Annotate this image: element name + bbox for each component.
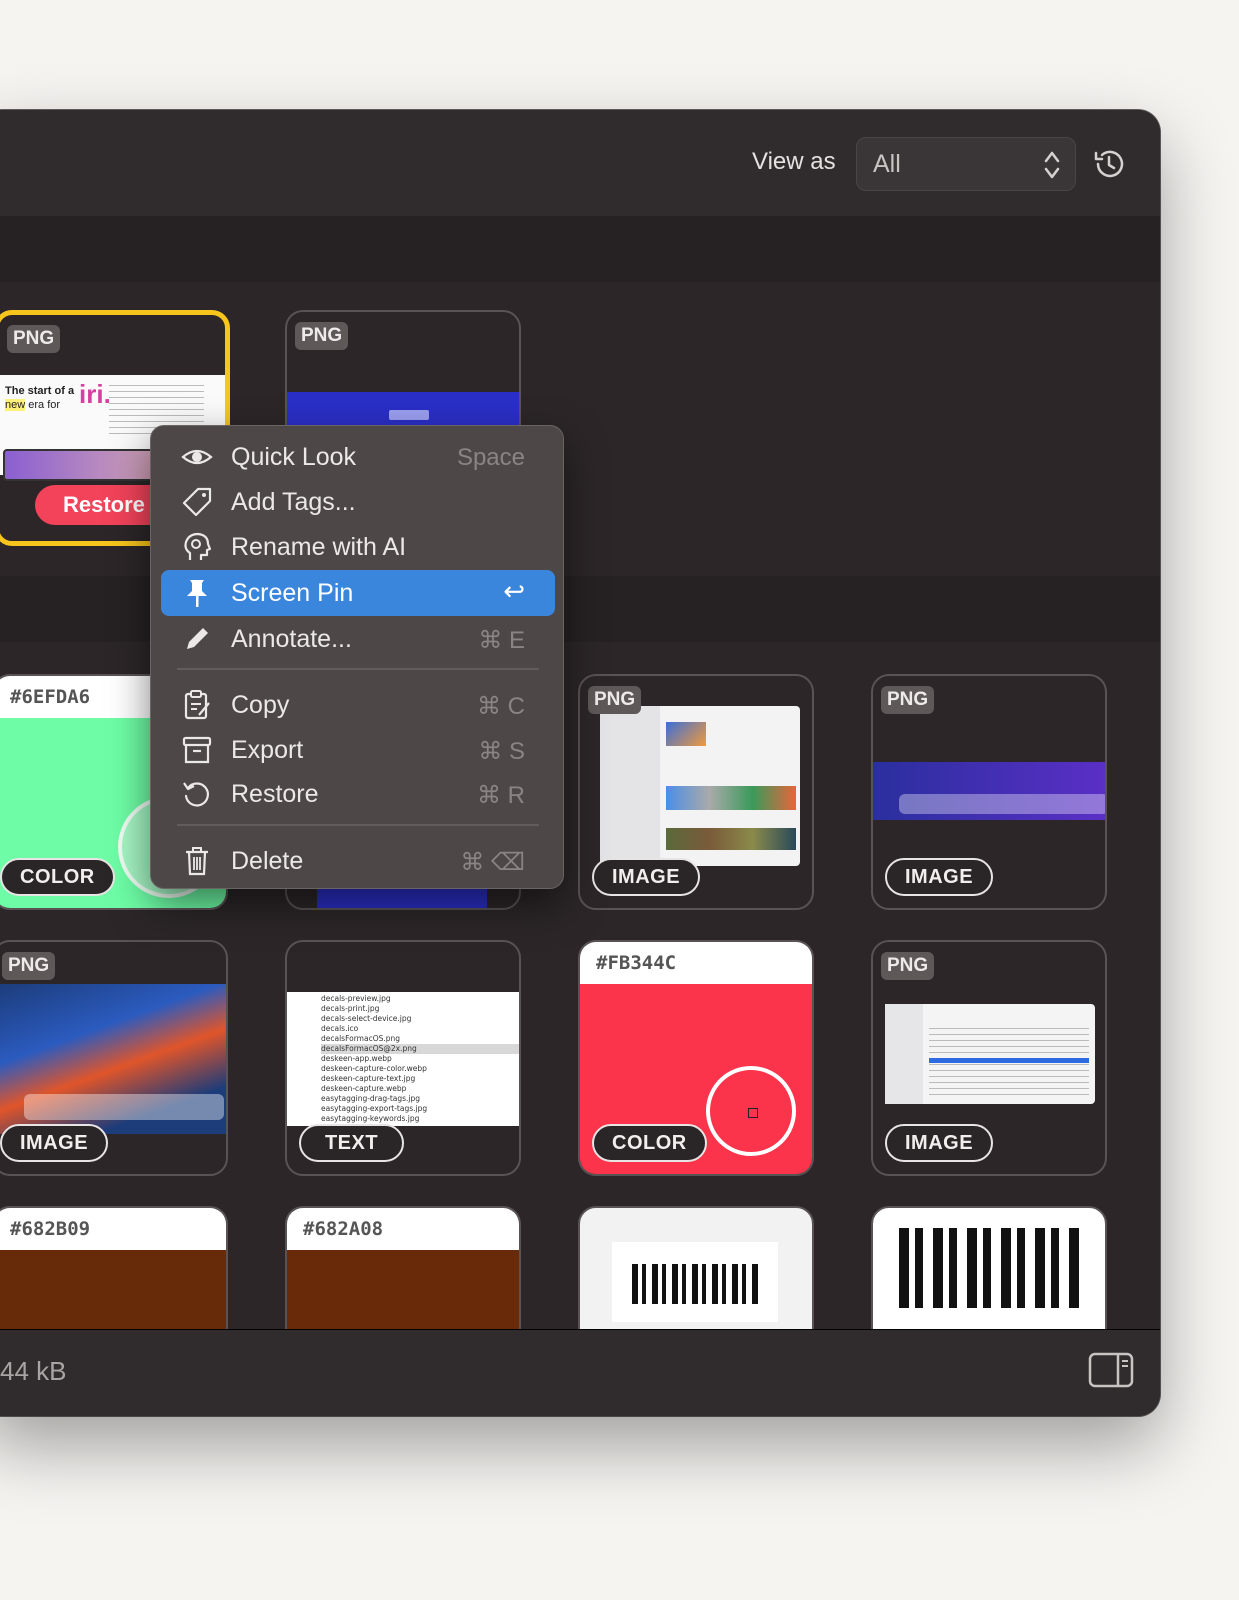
total-size: 44 kB [0,1356,67,1386]
menu-item-shortcut: ⌘ C [477,693,525,720]
thumbnail-text2: new era for [5,399,61,411]
updown-arrows-icon [1044,151,1060,179]
file-list-item: decalsFormacOS.png [321,1034,401,1043]
clipboard-card[interactable]: decals-preview.jpg decals-print.jpg decals… [285,940,521,1176]
menu-separator [177,824,539,826]
history-icon[interactable] [1092,147,1126,181]
view-as-label: View as [752,148,836,175]
menu-item-label: Annotate... [231,625,352,653]
menu-item-shortcut: ⌘ E [478,627,525,654]
thumbnail-window [885,1004,1095,1104]
color-hex: #FB344C [596,952,677,974]
type-badge: PNG [881,686,935,714]
thumbnail-image [0,984,226,1134]
type-badge: PNG [295,322,349,350]
menu-item-shortcut: ↩ [503,576,525,606]
file-list-item: easytagging-drag-tags.jpg [321,1094,421,1103]
sidebar-icon[interactable] [1088,1352,1134,1388]
menu-item-restore[interactable]: Restore ⌘ R [161,771,555,817]
file-list-item: decals-preview.jpg [321,994,391,1003]
type-badge: PNG [881,952,935,980]
menu-item-quick-look[interactable]: Quick Look Space [161,434,555,480]
menu-item-rename-with-ai[interactable]: Rename with AI [161,524,555,570]
file-list-item: decals-select-device.jpg [321,1014,412,1023]
toolbar: View as All [0,110,1160,217]
file-list-item: easytagging-keywords.jpg [321,1114,420,1123]
menu-item-add-tags[interactable]: Add Tags... [161,479,555,525]
type-badge: PNG [2,952,56,980]
menu-item-label: Add Tags... [231,488,356,516]
eye-icon [181,449,213,465]
view-as-value: All [873,150,901,178]
file-list-item: decalsFormacOS@2x.png [321,1044,519,1054]
menu-item-export[interactable]: Export ⌘ S [161,727,555,773]
menu-item-annotate[interactable]: Annotate... ⌘ E [161,616,555,662]
menu-item-label: Rename with AI [231,533,407,561]
tag-icon [182,487,212,517]
type-badge: PNG [588,686,642,714]
menu-item-screen-pin[interactable]: Screen Pin ↩ [161,570,555,616]
color-hex: #682A08 [303,1218,384,1240]
color-hex: #682B09 [10,1218,91,1240]
type-pill: TEXT [299,1124,404,1162]
file-list-item: deskeen-capture.webp [321,1084,407,1093]
menu-item-copy[interactable]: Copy ⌘ C [161,682,555,728]
menu-item-shortcut: ⌘ S [478,738,525,765]
type-pill: IMAGE [885,858,994,896]
clipboard-card[interactable]: PNG IMAGE [871,940,1107,1176]
menu-item-label: Restore [231,780,319,808]
pin-icon [187,580,207,607]
ai-head-icon [184,532,212,560]
menu-item-label: Quick Look [231,443,357,471]
menu-item-label: Export [231,736,304,764]
file-list-item: deskeen-app.webp [321,1054,392,1063]
menu-item-shortcut: ⌘ R [477,782,525,809]
qr-code-image [899,1228,1085,1308]
type-pill: IMAGE [0,1124,109,1162]
restore-button-label: Restore [63,492,145,517]
thumbnail-text: The start of a [5,385,75,397]
type-pill: COLOR [592,1124,707,1162]
restore-icon [183,782,209,807]
qr-code-image [612,1242,778,1322]
menu-item-shortcut: ⌘ ⌫ [460,849,525,876]
thumbnail-label [389,410,429,420]
thumbnail-image [873,762,1105,820]
pencil-icon [187,628,208,649]
file-list-item: decals-print.jpg [321,1004,380,1013]
color-hex-header: #FB344C [580,942,812,984]
clipboard-card[interactable]: PNG IMAGE [0,940,228,1176]
clipboard-card[interactable]: PNG IMAGE [871,674,1107,910]
archive-icon [182,736,212,764]
color-picker-loupe [706,1066,796,1156]
thumbnail-logo: iri. [79,379,111,409]
menu-item-delete[interactable]: Delete ⌘ ⌫ [161,838,555,884]
file-list: decals-preview.jpg decals-print.jpg decals… [287,992,519,1126]
type-pill: IMAGE [885,1124,994,1162]
clipboard-card[interactable]: #FB344C COLOR [578,940,814,1176]
color-hex-header: #682B09 [0,1208,226,1250]
file-list-item: decals.ico [321,1024,359,1033]
file-list-item: deskeen-capture-text.jpg [321,1074,416,1083]
color-hex: #6EFDA6 [10,686,91,708]
menu-item-label: Copy [231,691,290,719]
type-badge: PNG [7,325,61,353]
file-list-item: deskeen-capture-color.webp [321,1064,427,1073]
section-header [0,216,1160,282]
type-pill: COLOR [0,858,115,896]
status-bar: 44 kB [0,1329,1160,1416]
color-hex-header: #682A08 [287,1208,519,1250]
menu-item-label: Delete [231,847,304,875]
clipboard-card[interactable]: PNG IMAGE [578,674,814,910]
file-list-item: easytagging-export-tags.jpg [321,1104,428,1113]
view-as-select[interactable]: All [856,137,1076,191]
context-menu: Quick Look Space Add Tags... Rename with… [150,425,564,889]
clipboard-icon [184,690,210,720]
menu-item-shortcut: Space [456,444,525,471]
thumbnail-window [600,706,800,866]
type-pill: IMAGE [592,858,701,896]
menu-item-label: Screen Pin [231,579,354,607]
menu-separator [177,668,539,670]
trash-icon [186,847,208,876]
